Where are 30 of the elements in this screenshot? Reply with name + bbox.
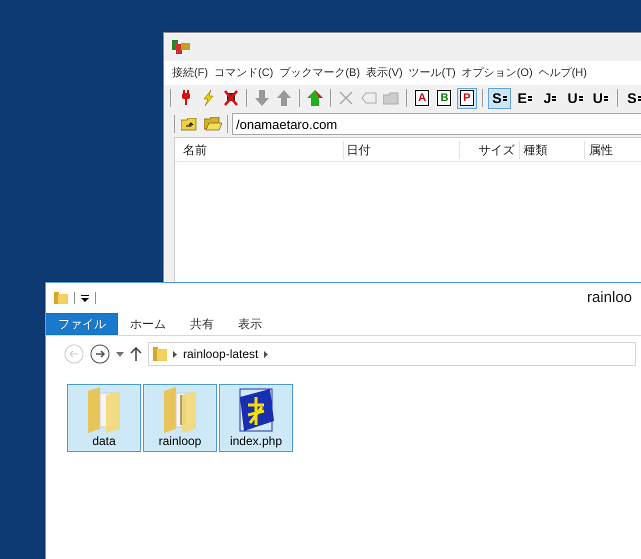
menu-item[interactable]: コマンド(C) bbox=[214, 64, 274, 82]
menu-item[interactable]: オプション(O) bbox=[462, 64, 533, 82]
encoding-button[interactable]: S bbox=[488, 88, 512, 108]
file-item[interactable]: data bbox=[67, 384, 141, 452]
breadcrumb-item[interactable]: rainloop-latest bbox=[183, 345, 258, 363]
encoding-button[interactable]: J bbox=[538, 88, 562, 108]
path-field[interactable]: /onamaetaro.com bbox=[232, 113, 641, 135]
file-item[interactable]: rainloop bbox=[143, 384, 217, 452]
menu-item[interactable]: 接続(F) bbox=[172, 64, 208, 82]
column-header[interactable]: 名前 bbox=[175, 140, 344, 158]
ribbon-tab[interactable]: ファイル bbox=[46, 313, 118, 335]
ribbon-tab[interactable]: ホーム bbox=[118, 313, 178, 335]
menu-item[interactable]: 表示(V) bbox=[366, 64, 403, 82]
file-item[interactable]: index.php bbox=[219, 384, 293, 452]
menu-item[interactable]: ヘルプ(H) bbox=[538, 64, 587, 82]
column-header[interactable]: 日付 bbox=[343, 140, 459, 158]
encoding-button[interactable]: U bbox=[588, 88, 612, 108]
ribbon-tab[interactable]: 共有 bbox=[178, 313, 226, 335]
encoding-button[interactable]: E bbox=[513, 88, 536, 108]
ribbon-tab[interactable]: 表示 bbox=[226, 313, 274, 335]
menu-item[interactable]: ブックマーク(B) bbox=[279, 64, 360, 82]
encoding-button[interactable]: S bbox=[622, 88, 641, 108]
address-bar[interactable]: rainloop-latest bbox=[148, 342, 636, 366]
column-header[interactable]: 種類 bbox=[518, 140, 584, 158]
mode-button[interactable]: P bbox=[456, 88, 477, 108]
window-title: rainloo bbox=[586, 288, 632, 308]
encoding-button[interactable]: U bbox=[563, 88, 587, 108]
menu-item[interactable]: ツール(T) bbox=[408, 64, 456, 82]
column-header[interactable]: 属性 bbox=[584, 140, 641, 158]
column-header[interactable]: サイズ bbox=[458, 140, 519, 158]
